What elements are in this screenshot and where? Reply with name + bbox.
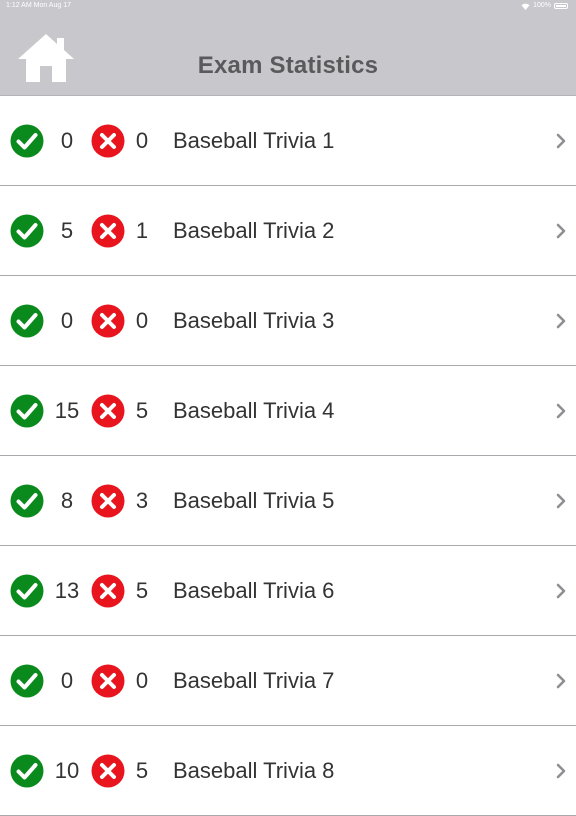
wrong-count: 0 (135, 128, 149, 153)
chevron-right-icon (556, 673, 566, 689)
correct-count: 5 (60, 218, 74, 243)
exam-row[interactable]: 5 1 Baseball Trivia 2 (0, 186, 576, 276)
status-bar: 1:12 AM Mon Aug 17 100% (0, 0, 576, 12)
wrong-count: 5 (135, 758, 149, 783)
exam-row[interactable]: 8 3 Baseball Trivia 5 (0, 456, 576, 546)
chevron-right-icon (556, 493, 566, 509)
check-circle-icon (10, 664, 44, 698)
wrong-count: 0 (135, 308, 149, 333)
correct-count: 15 (54, 398, 80, 423)
exam-list: 0 0 Baseball Trivia 1 5 1 Baseball Trivia 200… (0, 96, 576, 816)
check-circle-icon (10, 574, 44, 608)
check-circle-icon (10, 214, 44, 248)
correct-count: 8 (60, 488, 74, 513)
wifi-icon (521, 3, 530, 10)
exam-name: Baseball Trivia 5 (173, 488, 335, 513)
chevron-right-icon (556, 583, 566, 599)
page-title: Exam Statistics (197, 52, 379, 79)
wrong-count: 0 (135, 668, 149, 693)
x-circle-icon (91, 214, 125, 248)
correct-count: 13 (54, 578, 80, 603)
chevron-right-icon (556, 223, 566, 239)
status-indicators: 100% (521, 0, 568, 12)
exam-row[interactable]: 0 0 Baseball Trivia 1 (0, 96, 576, 186)
correct-count: 0 (60, 668, 74, 693)
chevron-right-icon (556, 403, 566, 419)
wrong-count: 1 (135, 218, 149, 243)
exam-row[interactable]: 10 5 Baseball Trivia 8 (0, 726, 576, 816)
wrong-count: 3 (135, 488, 149, 513)
x-circle-icon (91, 394, 125, 428)
correct-count: 0 (60, 128, 74, 153)
exam-name: Baseball Trivia 2 (173, 218, 335, 243)
wrong-count: 5 (135, 578, 149, 603)
exam-name: Baseball Trivia 6 (173, 578, 335, 603)
navigation-bar: Exam Statistics (0, 12, 576, 96)
exam-name: Baseball Trivia 8 (173, 758, 335, 783)
exam-name: Baseball Trivia 1 (173, 128, 335, 153)
check-circle-icon (10, 124, 44, 158)
chevron-right-icon (556, 133, 566, 149)
exam-row[interactable]: 13 5 Baseball Trivia 6 (0, 546, 576, 636)
check-circle-icon (10, 754, 44, 788)
exam-name: Baseball Trivia 4 (173, 398, 335, 423)
x-circle-icon (91, 124, 125, 158)
status-time-date: 1:12 AM Mon Aug 17 (6, 2, 71, 9)
exam-row[interactable]: 0 0 Baseball Trivia 7 (0, 636, 576, 726)
x-circle-icon (91, 664, 125, 698)
chevron-right-icon (556, 763, 566, 779)
exam-name: Baseball Trivia 3 (173, 308, 335, 333)
x-circle-icon (91, 574, 125, 608)
check-circle-icon (10, 394, 44, 428)
correct-count: 0 (60, 308, 74, 333)
battery-percent: 100% (533, 2, 551, 9)
x-circle-icon (91, 484, 125, 518)
check-circle-icon (10, 304, 44, 338)
wrong-count: 5 (135, 398, 149, 423)
exam-row[interactable]: 15 5 Baseball Trivia 4 (0, 366, 576, 456)
x-circle-icon (91, 754, 125, 788)
exam-name: Baseball Trivia 7 (173, 668, 335, 693)
battery-icon (554, 3, 568, 9)
chevron-right-icon (556, 313, 566, 329)
correct-count: 10 (54, 758, 80, 783)
exam-row[interactable]: 0 0 Baseball Trivia 3 (0, 276, 576, 366)
x-circle-icon (91, 304, 125, 338)
check-circle-icon (10, 484, 44, 518)
